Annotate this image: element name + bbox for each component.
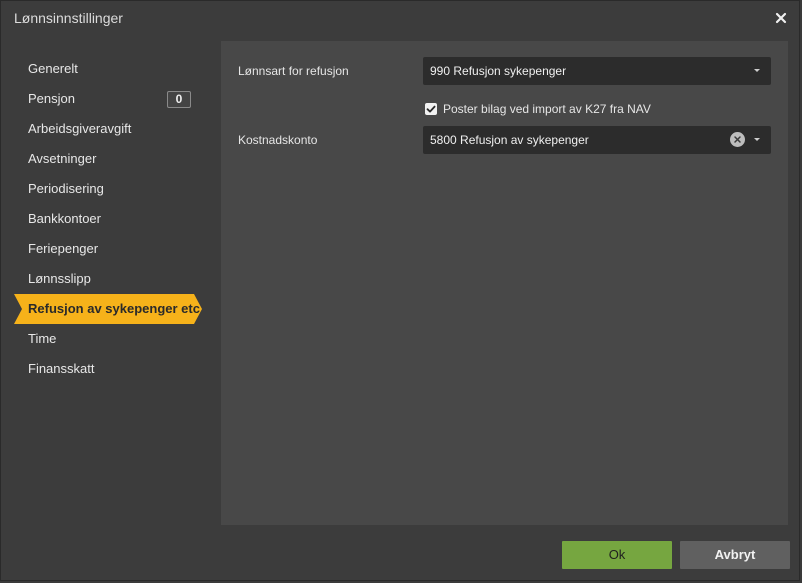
k27-import-label: Poster bilag ved import av K27 fra NAV bbox=[443, 102, 651, 116]
sidebar-item-label: Arbeidsgiveravgift bbox=[28, 121, 132, 136]
sidebar-item-label: Pensjon bbox=[28, 91, 75, 106]
sidebar-item-refusjon[interactable]: Refusjon av sykepenger etc bbox=[14, 294, 202, 324]
ok-button[interactable]: Ok bbox=[562, 541, 672, 569]
sidebar-item-label: Feriepenger bbox=[28, 241, 99, 256]
sidebar-item-pensjon[interactable]: Pensjon 0 bbox=[14, 84, 208, 114]
kostnadskonto-label: Kostnadskonto bbox=[238, 133, 318, 147]
k27-import-checkbox[interactable] bbox=[425, 103, 437, 115]
sidebar-item-feriepenger[interactable]: Feriepenger bbox=[14, 234, 208, 264]
lonnsart-select[interactable]: 990 Refusjon sykepenger bbox=[423, 57, 771, 85]
sidebar-item-time[interactable]: Time bbox=[14, 324, 208, 354]
kostnadskonto-select[interactable]: 5800 Refusjon av sykepenger bbox=[423, 126, 771, 154]
sidebar-item-label: Lønnsslipp bbox=[28, 271, 91, 286]
settings-panel: Lønnsart for refusjon 990 Refusjon sykep… bbox=[221, 41, 788, 525]
chevron-down-icon[interactable] bbox=[754, 69, 760, 72]
sidebar-item-lonnsslipp[interactable]: Lønnsslipp bbox=[14, 264, 208, 294]
close-icon[interactable] bbox=[773, 10, 789, 26]
sidebar-item-label: Time bbox=[28, 331, 57, 346]
sidebar-item-avsetninger[interactable]: Avsetninger bbox=[14, 144, 208, 174]
sidebar-item-label: Avsetninger bbox=[28, 151, 97, 166]
count-badge: 0 bbox=[167, 91, 191, 108]
sidebar-item-bankkontoer[interactable]: Bankkontoer bbox=[14, 204, 208, 234]
sidebar-item-label: Periodisering bbox=[28, 181, 104, 196]
checkmark-icon bbox=[426, 105, 436, 113]
sidebar-item-finansskatt[interactable]: Finansskatt bbox=[14, 354, 208, 384]
sidebar-item-generelt[interactable]: Generelt bbox=[14, 54, 208, 84]
lonnsart-label: Lønnsart for refusjon bbox=[238, 64, 349, 78]
sidebar-item-label: Refusjon av sykepenger etc bbox=[28, 301, 200, 316]
sidebar-item-arbeidsgiveravgift[interactable]: Arbeidsgiveravgift bbox=[14, 114, 208, 144]
sidebar-item-label: Generelt bbox=[28, 61, 78, 76]
kostnadskonto-value: 5800 Refusjon av sykepenger bbox=[430, 133, 589, 147]
chevron-down-icon[interactable] bbox=[754, 138, 760, 141]
sidebar-item-label: Bankkontoer bbox=[28, 211, 101, 226]
dialog-title: Lønnsinnstillinger bbox=[14, 10, 123, 26]
dialog-titlebar: Lønnsinnstillinger bbox=[1, 1, 799, 37]
cancel-button[interactable]: Avbryt bbox=[680, 541, 790, 569]
sidebar-item-periodisering[interactable]: Periodisering bbox=[14, 174, 208, 204]
settings-dialog: Lønnsinnstillinger Generelt Pensjon 0 Ar… bbox=[0, 0, 800, 581]
clear-icon[interactable] bbox=[730, 132, 745, 147]
sidebar-item-label: Finansskatt bbox=[28, 361, 95, 376]
sidebar-nav: Generelt Pensjon 0 Arbeidsgiveravgift Av… bbox=[14, 54, 208, 384]
lonnsart-value: 990 Refusjon sykepenger bbox=[430, 64, 567, 78]
